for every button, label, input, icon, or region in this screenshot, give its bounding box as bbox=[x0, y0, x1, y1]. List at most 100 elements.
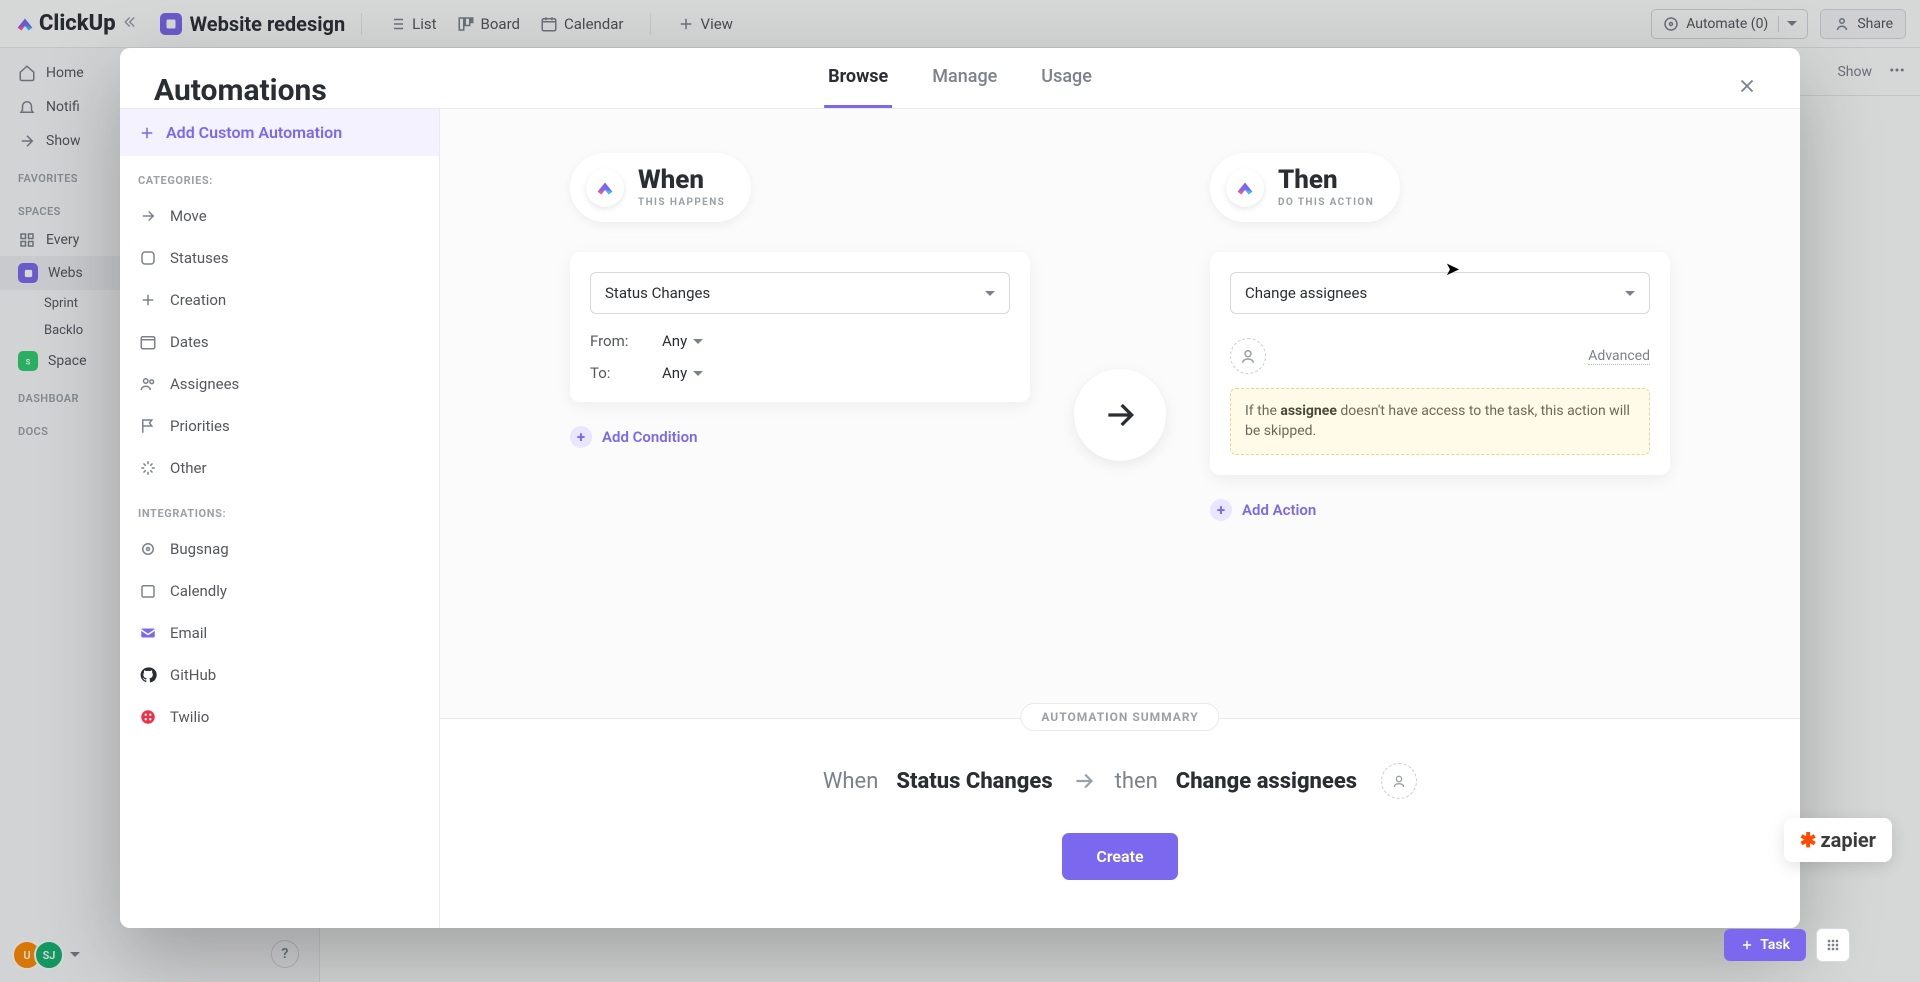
to-select[interactable]: Any bbox=[662, 364, 703, 382]
add-assignee-button[interactable] bbox=[1230, 338, 1266, 374]
chevron-down-icon bbox=[693, 364, 703, 382]
modal-body: Add Custom Automation CATEGORIES: Move S… bbox=[120, 108, 1800, 928]
flow-arrow bbox=[1074, 369, 1166, 461]
plus-icon: + bbox=[1210, 499, 1232, 521]
chevron-down-icon bbox=[693, 332, 703, 350]
email-icon bbox=[138, 623, 158, 643]
calendly-icon bbox=[138, 581, 158, 601]
to-value: Any bbox=[662, 364, 687, 382]
create-button[interactable]: Create bbox=[1062, 833, 1177, 880]
sparkle-icon bbox=[138, 458, 158, 478]
summary-then-word: then bbox=[1115, 769, 1158, 794]
modal-tabs: Browse Manage Usage bbox=[824, 56, 1096, 108]
add-condition-label: Add Condition bbox=[602, 428, 697, 446]
modal-overlay: Automations Browse Manage Usage Add Cust… bbox=[0, 0, 1920, 982]
then-card: Change assignees Advanced If the assig bbox=[1210, 252, 1670, 475]
zapier-label: zapier bbox=[1820, 828, 1876, 852]
add-condition[interactable]: + Add Condition bbox=[570, 426, 1030, 448]
cat-label: Dates bbox=[170, 333, 209, 351]
people-icon bbox=[138, 374, 158, 394]
cat-dates[interactable]: Dates bbox=[120, 321, 439, 363]
from-value: Any bbox=[662, 332, 687, 350]
then-column: Then DO THIS ACTION Change assignees bbox=[1210, 153, 1670, 521]
chevron-down-icon bbox=[985, 284, 995, 302]
when-card: Status Changes From: Any bbox=[570, 252, 1030, 402]
move-icon bbox=[138, 206, 158, 226]
modal-title: Automations bbox=[154, 73, 327, 108]
summary-line: When Status Changes then Change assignee… bbox=[440, 763, 1800, 799]
tab-usage[interactable]: Usage bbox=[1037, 56, 1096, 108]
when-sub: THIS HAPPENS bbox=[638, 197, 725, 208]
zapier-badge[interactable]: ✱ zapier bbox=[1784, 818, 1892, 862]
from-row: From: Any bbox=[590, 332, 1010, 350]
apps-grid-button[interactable] bbox=[1816, 928, 1850, 962]
creation-icon bbox=[138, 290, 158, 310]
summary-assignee-slot[interactable] bbox=[1381, 763, 1417, 799]
add-custom-automation[interactable]: Add Custom Automation bbox=[120, 109, 439, 156]
int-bugsnag[interactable]: Bugsnag bbox=[120, 528, 439, 570]
calendar-icon bbox=[138, 332, 158, 352]
clickup-logo-icon bbox=[586, 169, 624, 207]
zapier-star-icon: ✱ bbox=[1800, 828, 1817, 852]
int-email[interactable]: Email bbox=[120, 612, 439, 654]
when-pill: When THIS HAPPENS bbox=[570, 153, 751, 222]
int-label: GitHub bbox=[170, 666, 216, 684]
int-label: Calendly bbox=[170, 582, 227, 600]
close-icon[interactable] bbox=[1728, 70, 1766, 108]
arrow-right-icon bbox=[1071, 768, 1097, 794]
summary-when-val: Status Changes bbox=[896, 769, 1052, 794]
clickup-logo-icon bbox=[1226, 169, 1264, 207]
task-fab: Task bbox=[1724, 928, 1850, 962]
twilio-icon bbox=[138, 707, 158, 727]
then-title: Then bbox=[1278, 167, 1374, 193]
cat-label: Move bbox=[170, 207, 207, 225]
add-action[interactable]: + Add Action bbox=[1210, 499, 1670, 521]
int-label: Twilio bbox=[170, 708, 209, 726]
automation-summary: AUTOMATION SUMMARY When Status Changes t… bbox=[440, 718, 1800, 928]
cat-priorities[interactable]: Priorities bbox=[120, 405, 439, 447]
cat-label: Other bbox=[170, 459, 207, 477]
cat-label: Assignees bbox=[170, 375, 239, 393]
automations-modal: Automations Browse Manage Usage Add Cust… bbox=[120, 48, 1800, 928]
tab-browse[interactable]: Browse bbox=[824, 56, 892, 108]
modal-header: Automations Browse Manage Usage bbox=[120, 48, 1800, 108]
add-action-label: Add Action bbox=[1242, 501, 1316, 519]
add-custom-label: Add Custom Automation bbox=[166, 123, 342, 142]
int-github[interactable]: GitHub bbox=[120, 654, 439, 696]
to-row: To: Any bbox=[590, 364, 1010, 382]
github-icon bbox=[138, 665, 158, 685]
cat-move[interactable]: Move bbox=[120, 195, 439, 237]
int-calendly[interactable]: Calendly bbox=[120, 570, 439, 612]
cat-assignees[interactable]: Assignees bbox=[120, 363, 439, 405]
cat-label: Creation bbox=[170, 291, 226, 309]
then-pill: Then DO THIS ACTION bbox=[1210, 153, 1400, 222]
tab-manage[interactable]: Manage bbox=[928, 56, 1001, 108]
warn-prefix: If the bbox=[1245, 403, 1280, 419]
trigger-select[interactable]: Status Changes bbox=[590, 272, 1010, 314]
then-sub: DO THIS ACTION bbox=[1278, 197, 1374, 208]
cat-creation[interactable]: Creation bbox=[120, 279, 439, 321]
action-value: Change assignees bbox=[1245, 284, 1367, 302]
assignee-row: Advanced bbox=[1230, 332, 1650, 388]
action-select[interactable]: Change assignees bbox=[1230, 272, 1650, 314]
int-label: Email bbox=[170, 624, 207, 642]
int-twilio[interactable]: Twilio bbox=[120, 696, 439, 738]
builder-columns: When THIS HAPPENS Status Changes From: bbox=[440, 109, 1800, 669]
chevron-down-icon bbox=[1625, 284, 1635, 302]
automation-builder: When THIS HAPPENS Status Changes From: bbox=[440, 109, 1800, 928]
from-select[interactable]: Any bbox=[662, 332, 703, 350]
summary-label: AUTOMATION SUMMARY bbox=[1020, 703, 1219, 731]
access-warning: If the assignee doesn't have access to t… bbox=[1230, 388, 1650, 455]
from-label: From: bbox=[590, 332, 642, 350]
automation-side-list: Add Custom Automation CATEGORIES: Move S… bbox=[120, 109, 440, 928]
new-task-button[interactable]: Task bbox=[1724, 929, 1806, 961]
plus-icon: + bbox=[570, 426, 592, 448]
status-icon bbox=[138, 248, 158, 268]
cat-other[interactable]: Other bbox=[120, 447, 439, 489]
int-label: Bugsnag bbox=[170, 540, 229, 558]
to-label: To: bbox=[590, 364, 642, 382]
categories-label: CATEGORIES: bbox=[120, 156, 439, 195]
warn-bold: assignee bbox=[1280, 403, 1337, 419]
cat-statuses[interactable]: Statuses bbox=[120, 237, 439, 279]
advanced-link[interactable]: Advanced bbox=[1588, 348, 1650, 365]
